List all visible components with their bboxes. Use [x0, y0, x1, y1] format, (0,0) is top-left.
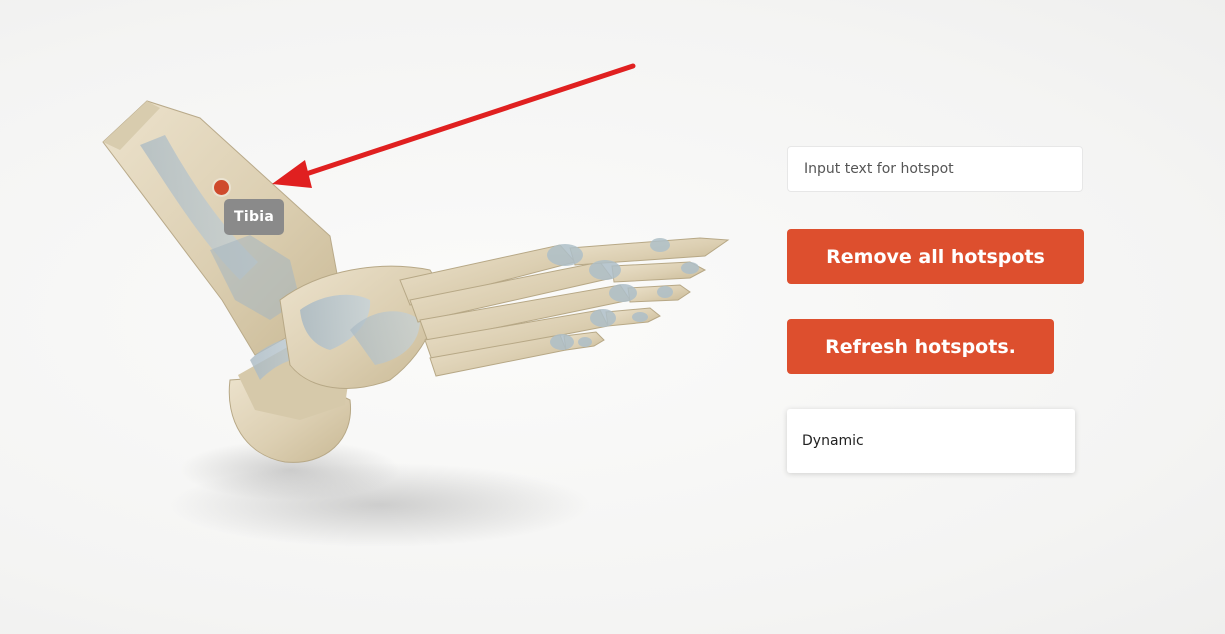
- hotspot-text-input[interactable]: [787, 146, 1083, 192]
- mode-select[interactable]: Dynamic: [787, 409, 1075, 473]
- annotation-arrow: [272, 63, 636, 188]
- refresh-hotspots-button[interactable]: Refresh hotspots.: [787, 319, 1054, 374]
- mode-select-value: Dynamic: [802, 433, 864, 449]
- foot-skeleton-model[interactable]: [0, 0, 760, 634]
- model-viewer[interactable]: Tibia: [0, 0, 760, 634]
- app-stage: Tibia Remove all hotspots Refresh hotspo…: [0, 0, 1225, 634]
- hotspot-marker[interactable]: [214, 180, 229, 195]
- hotspot-label: Tibia: [224, 199, 285, 235]
- remove-all-hotspots-button[interactable]: Remove all hotspots: [787, 229, 1084, 284]
